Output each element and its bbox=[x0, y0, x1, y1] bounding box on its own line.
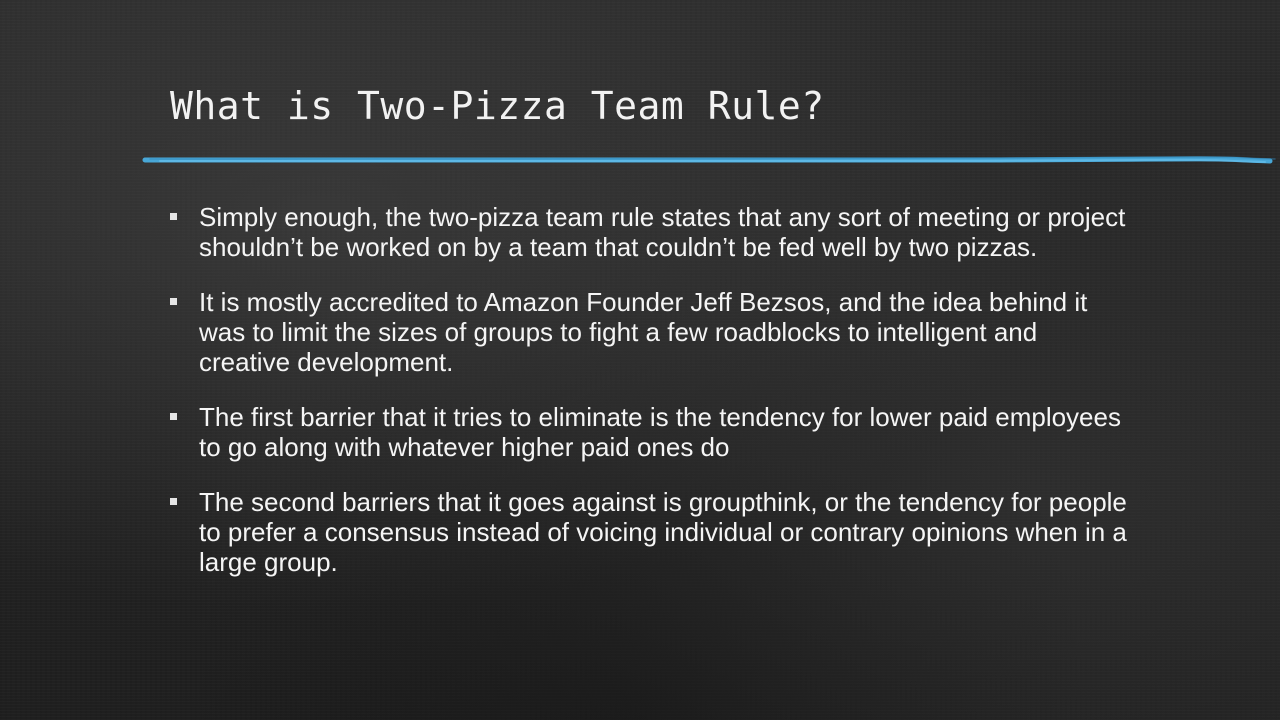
bullet-list: Simply enough, the two-pizza team rule s… bbox=[170, 202, 1130, 602]
slide-title: What is Two-Pizza Team Rule? bbox=[170, 84, 825, 128]
bullet-text: Simply enough, the two-pizza team rule s… bbox=[199, 202, 1126, 262]
slide: What is Two-Pizza Team Rule? Simply enou… bbox=[0, 0, 1280, 720]
bullet-text: The first barrier that it tries to elimi… bbox=[199, 402, 1121, 462]
bullet-item: The second barriers that it goes against… bbox=[170, 487, 1130, 577]
square-bullet-icon bbox=[170, 498, 177, 505]
bullet-text: It is mostly accredited to Amazon Founde… bbox=[199, 287, 1088, 377]
bullet-item: It is mostly accredited to Amazon Founde… bbox=[170, 287, 1130, 377]
square-bullet-icon bbox=[170, 413, 177, 420]
bullet-item: Simply enough, the two-pizza team rule s… bbox=[170, 202, 1130, 262]
bullet-item: The first barrier that it tries to elimi… bbox=[170, 402, 1130, 462]
title-underline bbox=[142, 156, 1276, 164]
square-bullet-icon bbox=[170, 298, 177, 305]
square-bullet-icon bbox=[170, 213, 177, 220]
bullet-text: The second barriers that it goes against… bbox=[199, 487, 1127, 577]
